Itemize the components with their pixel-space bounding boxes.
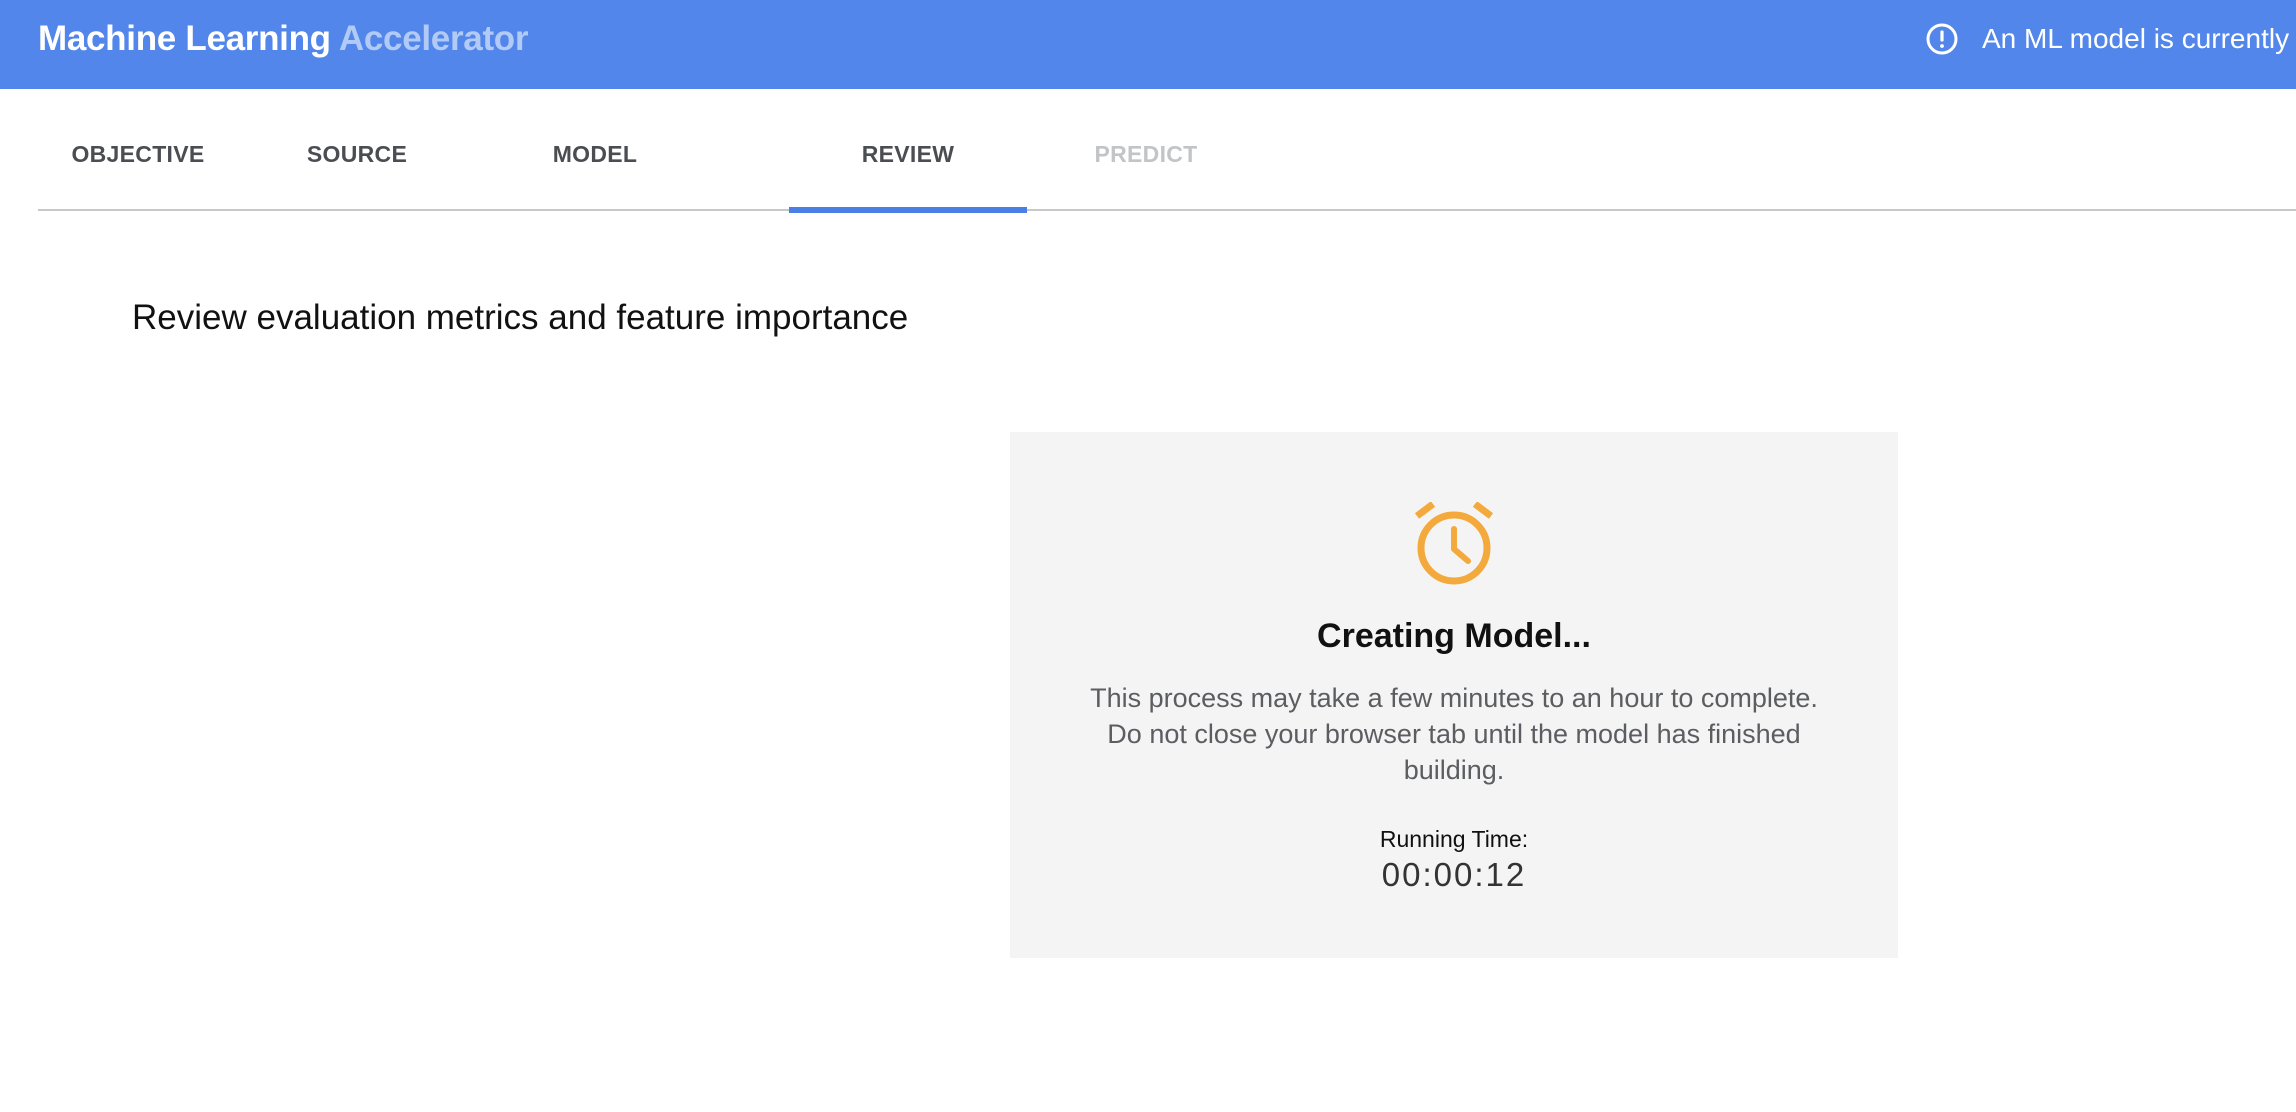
app-logo[interactable]: Machine Learning Accelerator bbox=[38, 0, 529, 78]
status-message: This process may take a few minutes to a… bbox=[1090, 683, 1818, 785]
status-heading: Creating Model... bbox=[1317, 617, 1591, 655]
tab-model[interactable]: MODEL bbox=[476, 89, 714, 211]
tab-label: REVIEW bbox=[861, 140, 955, 167]
tab-label: SOURCE bbox=[306, 140, 408, 167]
tab-predict: PREDICT bbox=[1027, 89, 1265, 211]
model-status-card: Creating Model... This process may take … bbox=[1010, 432, 1898, 958]
alert-circle-icon bbox=[1926, 23, 1958, 55]
running-time-label: Running Time: bbox=[1379, 826, 1529, 852]
wizard-tabs: OBJECTIVE SOURCE MODEL REVIEW PREDICT bbox=[38, 89, 2296, 213]
active-tab-indicator bbox=[789, 207, 1027, 213]
brand-accent: Accelerator bbox=[338, 19, 529, 58]
tab-label: PREDICT bbox=[1094, 140, 1198, 167]
tab-source[interactable]: SOURCE bbox=[238, 89, 476, 211]
app-header: Machine Learning Accelerator An ML model… bbox=[0, 0, 2296, 89]
brand-name: Machine Learning bbox=[38, 19, 331, 58]
running-time-value: 00:00:12 bbox=[1381, 856, 1527, 893]
training-notice: An ML model is currently training bbox=[1925, 0, 2296, 78]
alarm-clock-icon bbox=[1414, 502, 1494, 585]
training-notice-text: An ML model is currently training bbox=[1982, 23, 2296, 54]
page-title: Review evaluation metrics and feature im… bbox=[132, 298, 909, 337]
tab-objective[interactable]: OBJECTIVE bbox=[38, 89, 238, 211]
tab-label: OBJECTIVE bbox=[71, 140, 205, 167]
tab-review[interactable]: REVIEW bbox=[789, 89, 1027, 213]
tab-label: MODEL bbox=[552, 140, 638, 167]
